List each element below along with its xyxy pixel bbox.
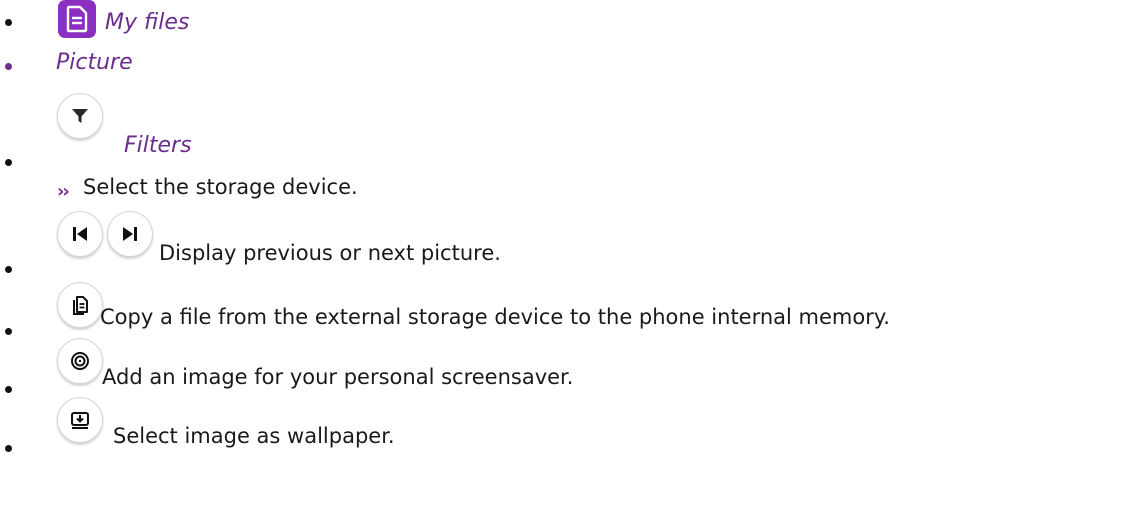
filters-description: Select the storage device. [83,175,358,199]
skip-previous-icon [57,211,103,257]
copy-description: Copy a file from the external storage de… [100,305,890,329]
spiral-icon [57,338,103,384]
prev-next-description: Display previous or next picture. [159,241,501,265]
bullet [5,386,12,393]
chevron-bullet: ›› [57,181,70,202]
my-files-label: My files [105,10,190,35]
bullet [5,328,12,335]
bullet [5,159,12,166]
bullet [5,266,12,273]
bullet [5,63,12,70]
bullet [5,445,12,452]
copy-file-icon [57,282,103,328]
feature-list: My files Picture Filters ›› Select the s… [0,0,1122,515]
filter-icon [57,93,103,139]
skip-next-icon [107,211,153,257]
wallpaper-description: Select image as wallpaper. [113,424,395,448]
screensaver-description: Add an image for your personal screensav… [102,365,574,389]
wallpaper-download-icon [57,397,103,443]
picture-label: Picture [56,50,133,75]
document-icon [58,0,96,38]
bullet [5,19,12,26]
filters-label: Filters [124,133,192,158]
